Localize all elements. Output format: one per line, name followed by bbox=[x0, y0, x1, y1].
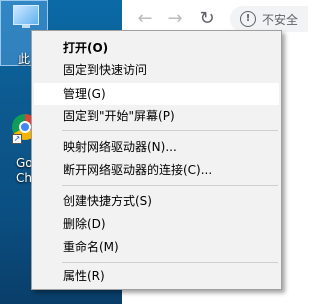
menu-item-properties[interactable]: 属性(R) bbox=[34, 265, 279, 287]
screen: 此 ↗ Go Ch ← → ↻ ! 不安全 打开(O) 固定到快速访问 管理(G… bbox=[0, 0, 308, 304]
reload-icon[interactable]: ↻ bbox=[196, 8, 218, 30]
menu-item-pin-start[interactable]: 固定到"开始"屏幕(P) bbox=[34, 105, 279, 127]
menu-separator bbox=[62, 130, 278, 131]
menu-item-map-network-drive[interactable]: 映射网络驱动器(N)... bbox=[34, 136, 279, 158]
menu-separator bbox=[62, 185, 278, 186]
menu-item-create-shortcut[interactable]: 创建快捷方式(S) bbox=[34, 190, 279, 212]
context-menu: 打开(O) 固定到快速访问 管理(G) 固定到"开始"屏幕(P) 映射网络驱动器… bbox=[31, 30, 282, 290]
menu-item-disconnect-network-drive[interactable]: 断开网络驱动器的连接(C)... bbox=[34, 159, 279, 181]
shortcut-arrow-icon: ↗ bbox=[12, 134, 22, 144]
menu-item-manage[interactable]: 管理(G) bbox=[34, 83, 279, 105]
address-bar[interactable]: ! 不安全 bbox=[230, 6, 308, 32]
menu-item-pin-quick-access[interactable]: 固定到快速访问 bbox=[34, 59, 279, 81]
menu-item-rename[interactable]: 重命名(M) bbox=[34, 236, 279, 258]
menu-item-open[interactable]: 打开(O) bbox=[34, 37, 279, 59]
not-secure-icon[interactable]: ! bbox=[240, 11, 256, 27]
computer-icon bbox=[13, 5, 39, 28]
forward-arrow-icon[interactable]: → bbox=[164, 8, 186, 30]
menu-separator bbox=[62, 262, 278, 263]
back-arrow-icon[interactable]: ← bbox=[134, 8, 156, 30]
security-status-text: 不安全 bbox=[262, 13, 299, 27]
this-pc-label: 此 bbox=[18, 52, 31, 66]
menu-item-delete[interactable]: 删除(D) bbox=[34, 213, 279, 235]
